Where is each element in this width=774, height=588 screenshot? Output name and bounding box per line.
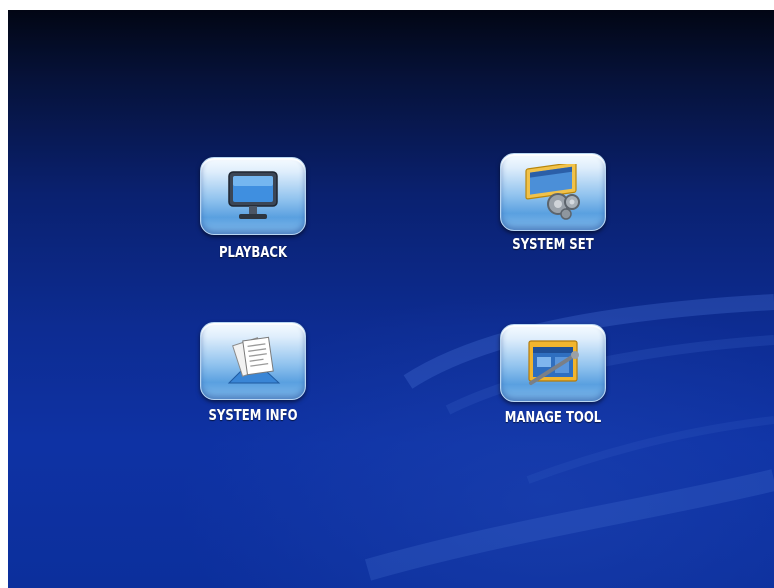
monitor-icon: [228, 171, 278, 219]
manage-tool-menu-item[interactable]: MANAGE TOOL: [458, 324, 608, 436]
system-set-button[interactable]: [500, 153, 606, 231]
playback-label: PLAYBACK: [218, 243, 288, 261]
settings-gears-icon: [525, 164, 580, 220]
system-set-menu-item[interactable]: SYSTEM SET: [458, 153, 608, 265]
system-info-menu-item[interactable]: SYSTEM INFO: [158, 322, 308, 434]
documents-icon: [227, 336, 281, 384]
tools-window-icon: [528, 340, 579, 385]
system-set-label: SYSTEM SET: [512, 235, 594, 253]
playback-menu-item[interactable]: PLAYBACK: [158, 157, 308, 269]
background-swoosh-decoration: [364, 294, 774, 581]
manage-tool-label: MANAGE TOOL: [504, 408, 602, 426]
system-info-label: SYSTEM INFO: [208, 406, 298, 424]
system-info-button[interactable]: [200, 322, 306, 400]
manage-tool-button[interactable]: [500, 324, 606, 402]
main-menu-screen: PLAYBACK SYSTEM SET SYSTEM INFO MANAGE T…: [8, 10, 774, 588]
playback-button[interactable]: [200, 157, 306, 235]
